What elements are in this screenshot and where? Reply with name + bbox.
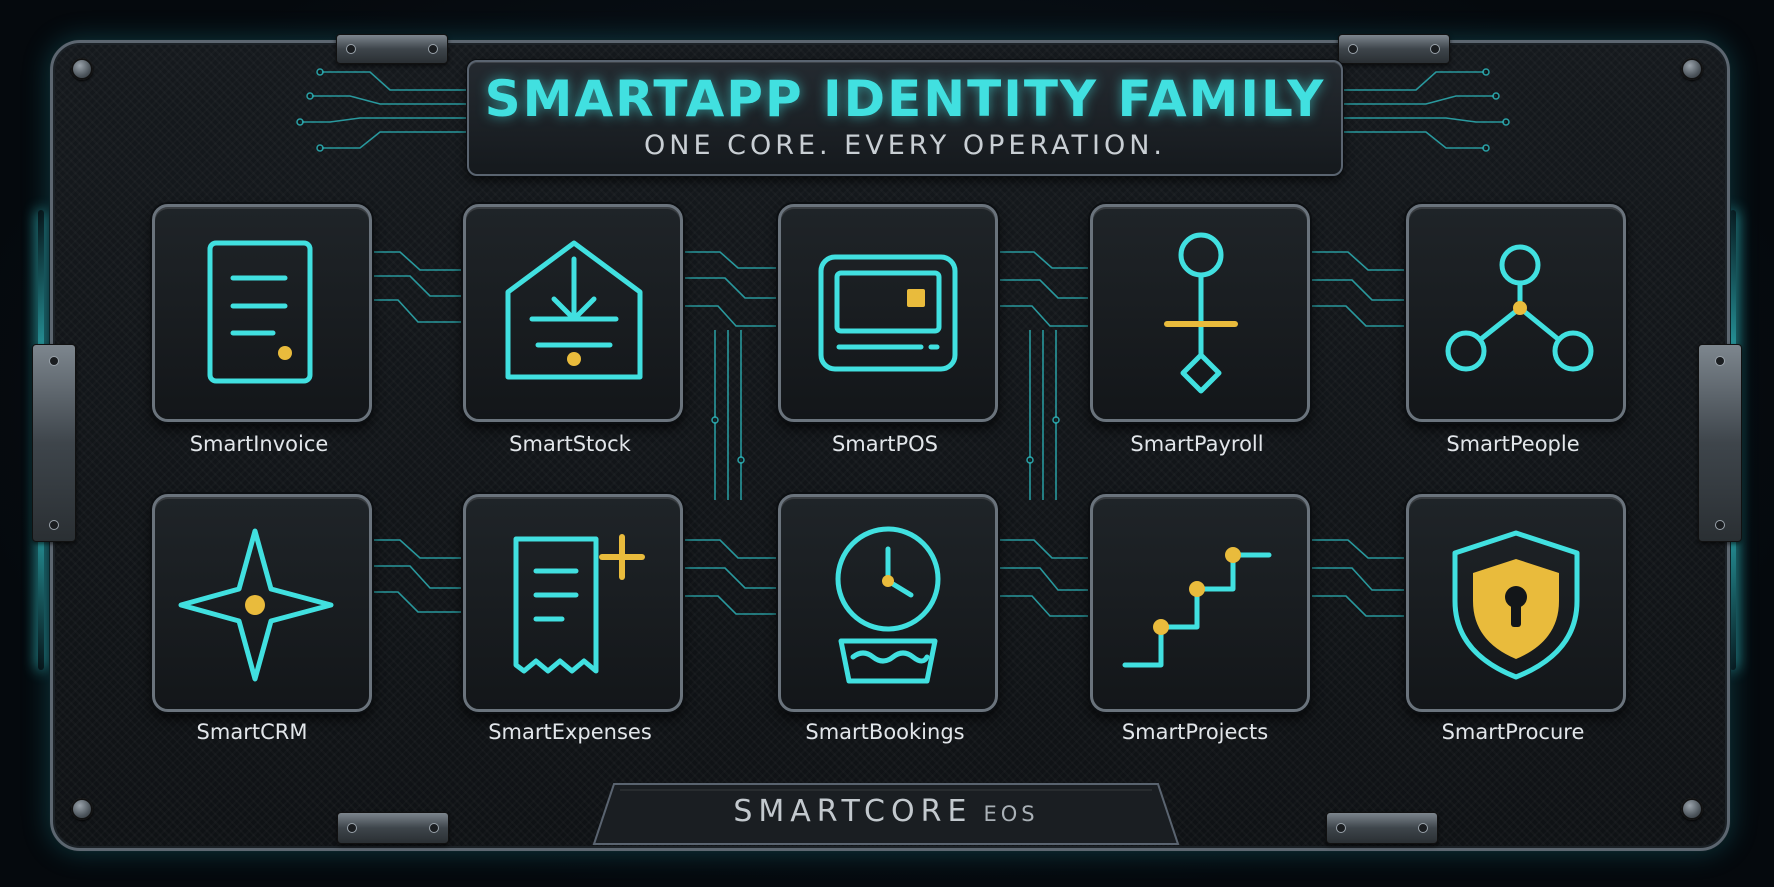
app-tile-smartpeople[interactable]	[1406, 204, 1626, 422]
clip-left	[32, 344, 76, 542]
app-label-smartbookings: SmartBookings	[805, 720, 965, 744]
app-label-smartpeople: SmartPeople	[1446, 432, 1580, 456]
footer-brand: SMARTCORE EOS	[592, 794, 1180, 829]
warehouse-inbound-icon	[505, 240, 643, 380]
compass-star-icon	[178, 528, 334, 682]
pos-terminal-icon	[818, 254, 958, 372]
app-label-smartpos: SmartPOS	[831, 432, 939, 456]
clock-bowl-icon	[835, 526, 941, 684]
app-tile-smartprocure[interactable]	[1406, 494, 1626, 712]
receipt-plus-icon	[513, 534, 645, 674]
clip-bottom-left	[337, 812, 449, 844]
app-tile-smartprojects[interactable]	[1090, 494, 1310, 712]
app-label-smartprocure: SmartProcure	[1441, 720, 1585, 744]
stage: SMARTAPP IDENTITY FAMILY ONE CORE. EVERY…	[0, 0, 1774, 887]
app-tile-smartinvoice[interactable]	[152, 204, 372, 422]
screw-bottom-left	[71, 798, 93, 820]
clip-bottom-right	[1326, 812, 1438, 844]
app-tile-smartbookings[interactable]	[778, 494, 998, 712]
screw-top-right	[1681, 58, 1703, 80]
page-subtitle: ONE CORE. EVERY OPERATION.	[644, 130, 1166, 161]
footer-brand-main: SMARTCORE	[733, 794, 973, 829]
app-label-smartexpenses: SmartExpenses	[488, 720, 652, 744]
clip-right	[1698, 344, 1742, 542]
stairs-progress-icon	[1122, 547, 1272, 668]
app-label-smartprojects: SmartProjects	[1121, 720, 1269, 744]
people-network-icon	[1445, 244, 1594, 372]
app-tile-smartpayroll[interactable]	[1090, 204, 1310, 422]
invoice-document-icon	[207, 240, 313, 384]
footer-plate: SMARTCORE EOS	[592, 782, 1180, 846]
app-tile-smartcrm[interactable]	[152, 494, 372, 712]
footer-brand-sub: EOS	[983, 802, 1039, 826]
shield-lock-icon	[1452, 530, 1580, 680]
app-label-smartstock: SmartStock	[509, 432, 631, 456]
title-plate: SMARTAPP IDENTITY FAMILY ONE CORE. EVERY…	[467, 60, 1343, 176]
clip-top-right	[1338, 34, 1450, 64]
screw-bottom-right	[1681, 798, 1703, 820]
page-title: SMARTAPP IDENTITY FAMILY	[484, 70, 1326, 128]
app-label-smartcrm: SmartCRM	[196, 720, 308, 744]
payroll-balance-icon	[1164, 232, 1238, 394]
clip-top-left	[336, 34, 448, 64]
app-tile-smartexpenses[interactable]	[463, 494, 683, 712]
app-tile-smartstock[interactable]	[463, 204, 683, 422]
app-label-smartinvoice: SmartInvoice	[189, 432, 329, 456]
app-label-smartpayroll: SmartPayroll	[1130, 432, 1264, 456]
screw-top-left	[71, 58, 93, 80]
app-tile-smartpos[interactable]	[778, 204, 998, 422]
